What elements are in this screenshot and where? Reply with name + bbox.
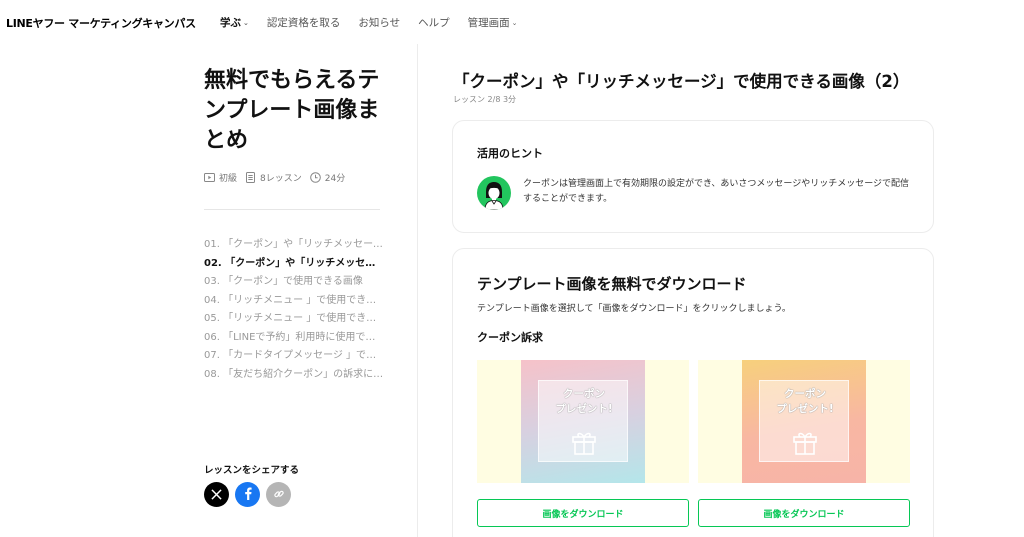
link-icon [273,485,285,504]
gift-icon [791,428,819,460]
share-buttons [204,482,297,507]
download-description: テンプレート画像を選択して「画像をダウンロード」をクリックしましょう。 [477,304,791,314]
course-title: 無料でもらえるテンプレート画像まとめ [204,68,380,153]
course-level-label: 初級 [219,174,238,184]
share-x-button[interactable] [204,482,229,507]
template-text: クーポン プレゼント! [760,387,850,417]
lesson-list-item[interactable]: 08. 「友だち紹介クーポン」の訴求に使用できる画像 [204,365,384,384]
column-divider [417,44,418,537]
facebook-icon [242,485,254,504]
template-thumbnail[interactable]: クーポン プレゼント! [698,360,910,483]
lesson-list-item[interactable]: 01. 「クーポン」や「リッチメッセージ」で使用できる画像（1） [204,235,384,254]
nav-item-label: ヘルプ [418,17,450,29]
share-link-button[interactable] [266,482,291,507]
hint-text: クーポンは管理画面上で有効期限の設定ができ、あいさつメッセージやリッチメッセージ… [523,179,910,204]
lesson-list-item[interactable]: 06. 「LINEで予約」利用時に使用できる画像 [204,328,384,347]
lesson-title: 「クーポン」や「リッチメッセージ」で使用できる画像（2） [453,72,910,91]
hint-title: 活用のヒント [477,147,543,160]
lesson-list-item[interactable]: 05. 「リッチメニュー 」で使用できる画像 [204,309,384,328]
nav-item-news[interactable]: お知らせ [358,15,400,30]
lesson-progress: レッスン 2/8 3分 [453,95,517,104]
lesson-list-item[interactable]: 03. 「クーポン」で使用できる画像 [204,272,384,291]
x-logo-icon [211,485,222,504]
nav-item-label: お知らせ [358,17,401,29]
nav-item-help[interactable]: ヘルプ [418,15,450,30]
chevron-down-icon: ⌄ [243,18,249,27]
hint-card: 活用のヒント クーポンは管理画面上で有効期限の設定ができ、あいさつメッセージやリ… [452,120,934,233]
nav-item-certification[interactable]: 認定資格を取る [267,15,341,30]
lesson-list-item[interactable]: 04. 「リッチメニュー 」で使用できる画像 [204,291,384,310]
course-meta: 初級 8レッスン 24分 [204,171,353,184]
nav-item-label: 認定資格を取る [266,17,341,29]
avatar [477,176,511,210]
site-logo[interactable]: LINEヤフー マーケティングキャンパス [6,15,196,31]
template-text-line: クーポン [784,388,826,400]
template-text-line: プレゼント! [555,403,613,415]
nav-item-learn[interactable]: 学ぶ ⌄ [220,15,249,30]
site-header: LINEヤフー マーケティングキャンパス 学ぶ ⌄ 認定資格を取る お知らせ ヘ… [0,0,1024,44]
nav-item-label: 学ぶ [220,17,241,29]
share-facebook-button[interactable] [235,482,260,507]
template-thumbnail[interactable]: クーポン プレゼント! [477,360,689,483]
person-illustration-icon [484,182,504,210]
template-text: クーポン プレゼント! [539,387,629,417]
template-image: クーポン プレゼント! [521,360,645,483]
template-panel: クーポン プレゼント! [538,380,628,462]
course-duration: 24分 [309,171,346,184]
course-lesson-count-label: 8レッスン [260,174,302,184]
document-icon [245,172,256,183]
template-panel: クーポン プレゼント! [759,380,849,462]
course-duration-label: 24分 [324,174,346,184]
lesson-list-item-current[interactable]: 02. 「クーポン」や「リッチメッセージ」で使用できる画像（2） [204,254,384,273]
download-image-button[interactable]: 画像をダウンロード [698,499,910,527]
lesson-list-item[interactable]: 07. 「カードタイプメッセージ 」で使用できる画像 [204,346,384,365]
nav-item-label: 管理画面 [467,17,510,29]
course-lesson-count: 8レッスン [245,171,302,184]
download-title: テンプレート画像を無料でダウンロード [477,275,747,293]
nav-item-admin[interactable]: 管理画面 ⌄ [468,15,518,30]
download-card: テンプレート画像を無料でダウンロード テンプレート画像を選択して「画像をダウンロ… [452,248,934,537]
download-subheading: クーポン訴求 [477,331,543,344]
divider [204,209,380,210]
template-image: クーポン プレゼント! [742,360,866,483]
download-image-button[interactable]: 画像をダウンロード [477,499,689,527]
gift-icon [570,428,598,460]
template-text-line: クーポン [563,388,605,400]
chevron-down-icon: ⌄ [511,18,518,27]
clock-icon [309,172,321,183]
course-level: 初級 [204,171,237,184]
share-label: レッスンをシェアする [204,465,300,476]
play-icon [204,172,215,183]
main-nav: 学ぶ ⌄ 認定資格を取る お知らせ ヘルプ 管理画面 ⌄ [220,15,536,30]
template-text-line: プレゼント! [776,403,834,415]
lesson-list: 01. 「クーポン」や「リッチメッセージ」で使用できる画像（1） 02. 「クー… [204,235,384,383]
